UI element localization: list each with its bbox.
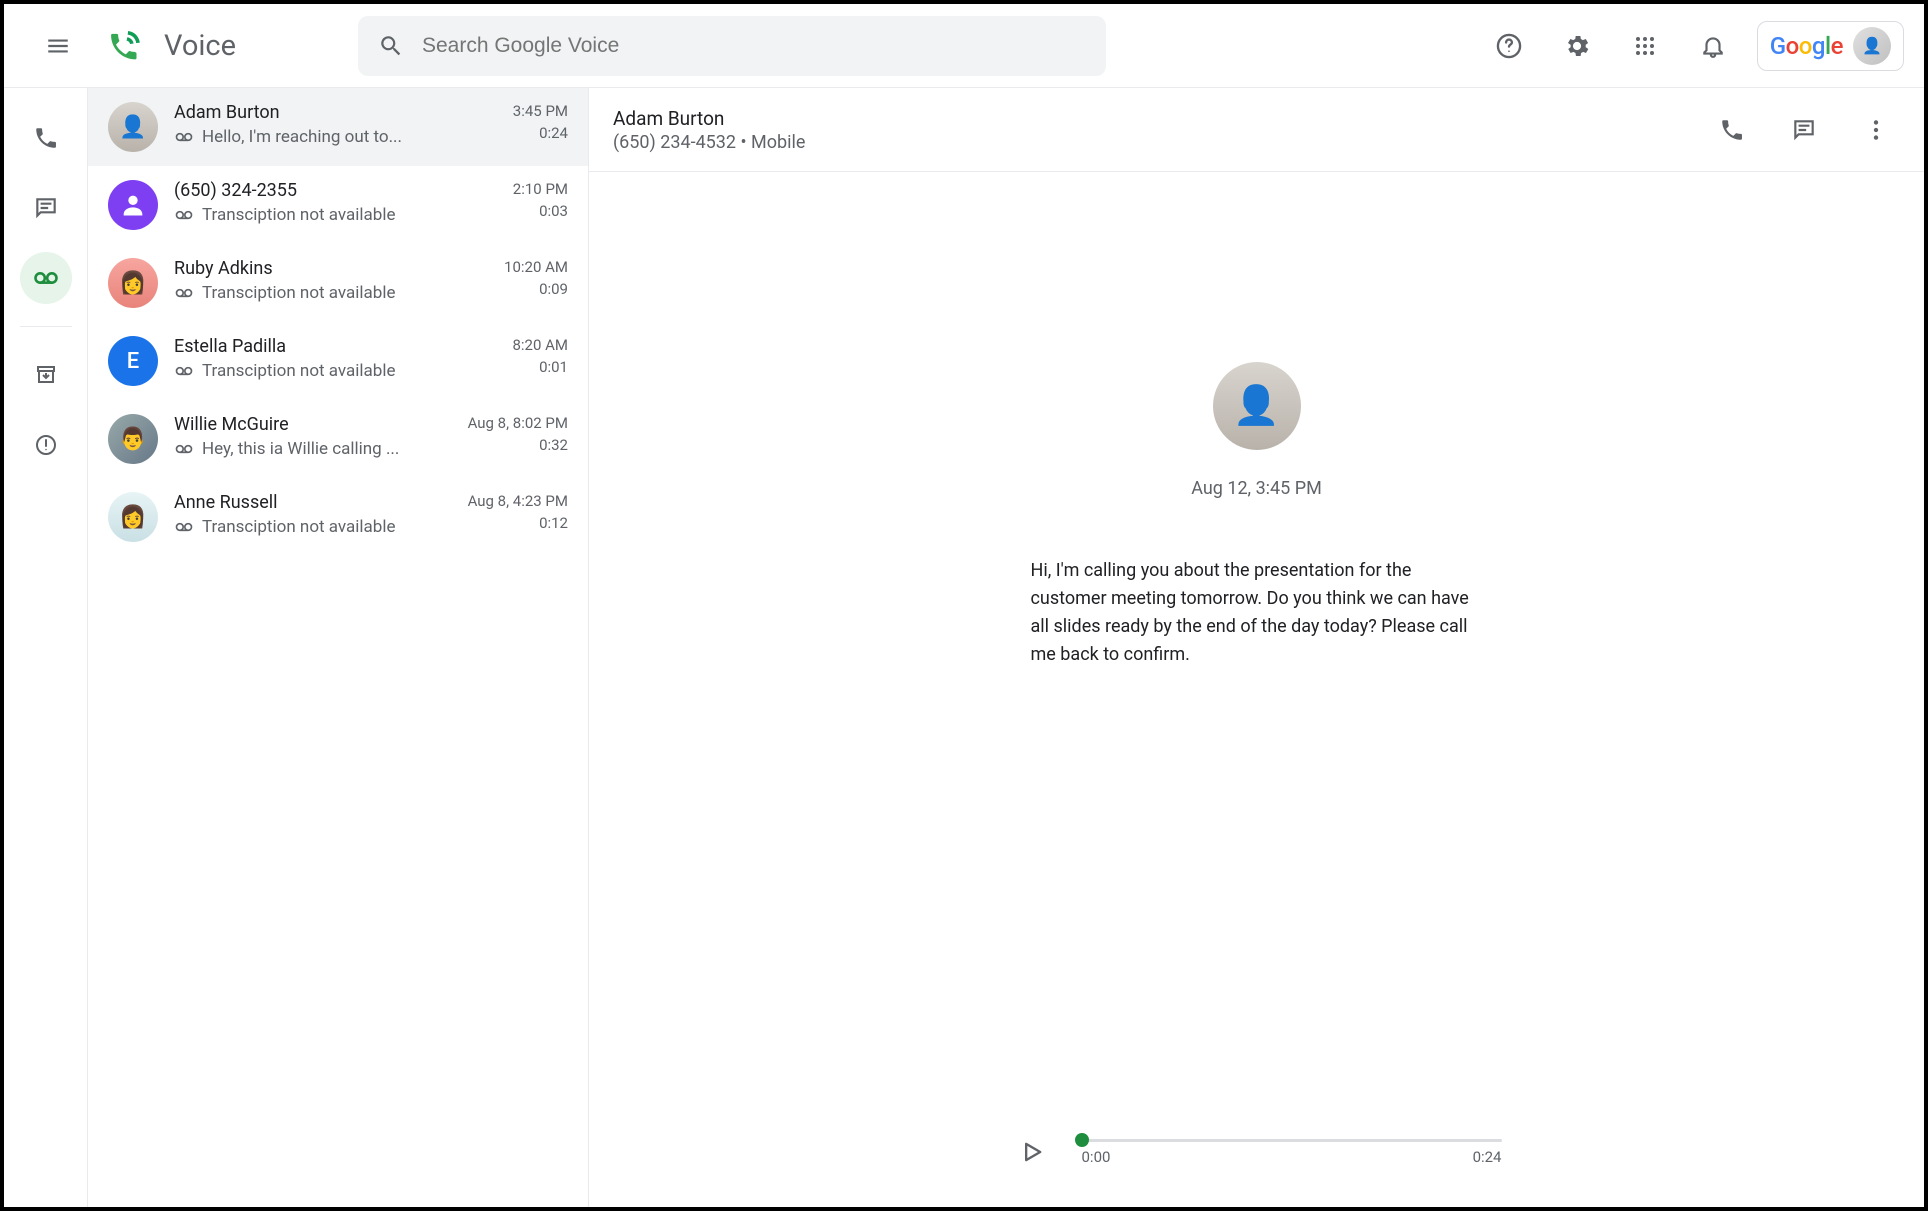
voicemail-duration: 0:32 [468, 436, 568, 454]
more-vert-icon [1863, 117, 1889, 143]
voicemail-time: 3:45 PM [513, 102, 568, 120]
progress-handle[interactable] [1075, 1133, 1089, 1147]
contact-avatar: 👩 [108, 492, 158, 542]
contact-avatar: 👩 [108, 258, 158, 308]
contact-avatar [108, 180, 158, 230]
contact-name: Adam Burton [174, 102, 497, 123]
main-menu-button[interactable] [34, 22, 82, 70]
bell-icon [1700, 33, 1726, 59]
voicemail-duration: 0:09 [504, 280, 568, 298]
detail-avatar: 👤 [1213, 362, 1301, 450]
voicemail-time: Aug 8, 8:02 PM [468, 414, 568, 432]
gear-icon [1563, 32, 1591, 60]
settings-button[interactable] [1553, 22, 1601, 70]
detail-timestamp: Aug 12, 3:45 PM [1191, 478, 1322, 499]
nav-divider [20, 326, 72, 327]
detail-header: Adam Burton (650) 234-4532 • Mobile [589, 88, 1924, 172]
voicemail-item[interactable]: E Estella Padilla Transciption not availab… [88, 322, 588, 400]
voicemail-icon [174, 361, 194, 381]
contact-name: Willie McGuire [174, 414, 452, 435]
menu-icon [45, 33, 71, 59]
detail-content: 👤 Aug 12, 3:45 PM Hi, I'm calling you ab… [589, 172, 1924, 1117]
message-icon [33, 195, 59, 221]
voicemail-preview: Transciption not available [202, 283, 395, 303]
contact-name: Estella Padilla [174, 336, 496, 357]
voicemail-item[interactable]: 👩 Ruby Adkins Transciption not available 10… [88, 244, 588, 322]
contact-name: Ruby Adkins [174, 258, 488, 279]
app-header: Voice [4, 4, 1924, 88]
nav-spam[interactable] [20, 419, 72, 471]
voicemail-list: 👤 Adam Burton Hello, I'm reaching out to..… [88, 88, 589, 1207]
navigation-rail [4, 88, 88, 1207]
contact-avatar: E [108, 336, 158, 386]
detail-contact-name: Adam Burton [613, 107, 805, 130]
play-button[interactable] [1012, 1132, 1052, 1172]
voicemail-icon [174, 517, 194, 537]
user-avatar: 👤 [1853, 27, 1891, 65]
google-voice-logo [102, 24, 146, 68]
search-input[interactable] [422, 34, 1086, 58]
audio-player: 0:00 0:24 [589, 1117, 1924, 1207]
notifications-button[interactable] [1689, 22, 1737, 70]
account-chip[interactable]: Google 👤 [1757, 21, 1904, 71]
voicemail-preview: Transciption not available [202, 361, 395, 381]
detail-message-button[interactable] [1780, 106, 1828, 154]
phone-icon [1719, 117, 1745, 143]
archive-icon [34, 363, 58, 387]
total-time: 0:24 [1473, 1148, 1502, 1166]
voicemail-icon [174, 127, 194, 147]
voicemail-item[interactable]: 👨 Willie McGuire Hey, this ia Willie calli… [88, 400, 588, 478]
voicemail-item[interactable]: 👩 Anne Russell Transciption not available A… [88, 478, 588, 556]
voicemail-detail: Adam Burton (650) 234-4532 • Mobile [589, 88, 1924, 1207]
voicemail-preview: Hey, this ia Willie calling ... [202, 439, 399, 459]
voicemail-time: Aug 8, 4:23 PM [468, 492, 568, 510]
voicemail-duration: 0:03 [513, 202, 568, 220]
voicemail-icon [32, 264, 60, 292]
voicemail-time: 8:20 AM [512, 336, 568, 354]
google-logo-text: Google [1770, 32, 1843, 60]
detail-transcript: Hi, I'm calling you about the presentati… [1031, 557, 1483, 669]
contact-avatar: 👤 [108, 102, 158, 152]
contact-avatar: 👨 [108, 414, 158, 464]
app-title: Voice [164, 29, 236, 63]
detail-more-button[interactable] [1852, 106, 1900, 154]
voicemail-item[interactable]: 👤 Adam Burton Hello, I'm reaching out to..… [88, 88, 588, 166]
voicemail-preview: Transciption not available [202, 205, 395, 225]
play-icon [1018, 1138, 1046, 1166]
elapsed-time: 0:00 [1082, 1148, 1111, 1166]
help-icon [1495, 32, 1523, 60]
voicemail-time: 10:20 AM [504, 258, 568, 276]
message-icon [1791, 117, 1817, 143]
voicemail-icon [174, 439, 194, 459]
progress-track[interactable] [1082, 1139, 1502, 1142]
voicemail-item[interactable]: (650) 324-2355 Transciption not available… [88, 166, 588, 244]
voicemail-duration: 0:01 [512, 358, 568, 376]
contact-name: Anne Russell [174, 492, 452, 513]
help-button[interactable] [1485, 22, 1533, 70]
apps-grid-icon [1633, 34, 1657, 58]
detail-contact-subtitle: (650) 234-4532 • Mobile [613, 132, 805, 153]
google-apps-button[interactable] [1621, 22, 1669, 70]
voicemail-icon [174, 205, 194, 225]
contact-name: (650) 324-2355 [174, 180, 497, 201]
search-bar[interactable] [358, 16, 1106, 76]
nav-calls[interactable] [20, 112, 72, 164]
voicemail-duration: 0:24 [513, 124, 568, 142]
voicemail-icon [174, 283, 194, 303]
detail-call-button[interactable] [1708, 106, 1756, 154]
nav-archive[interactable] [20, 349, 72, 401]
voicemail-preview: Hello, I'm reaching out to... [202, 127, 402, 147]
spam-icon [34, 433, 58, 457]
header-actions: Google 👤 [1485, 21, 1904, 71]
voicemail-preview: Transciption not available [202, 517, 395, 537]
nav-voicemail[interactable] [20, 252, 72, 304]
voicemail-duration: 0:12 [468, 514, 568, 532]
voicemail-time: 2:10 PM [513, 180, 568, 198]
search-icon [378, 33, 404, 59]
phone-icon [33, 125, 59, 151]
nav-messages[interactable] [20, 182, 72, 234]
